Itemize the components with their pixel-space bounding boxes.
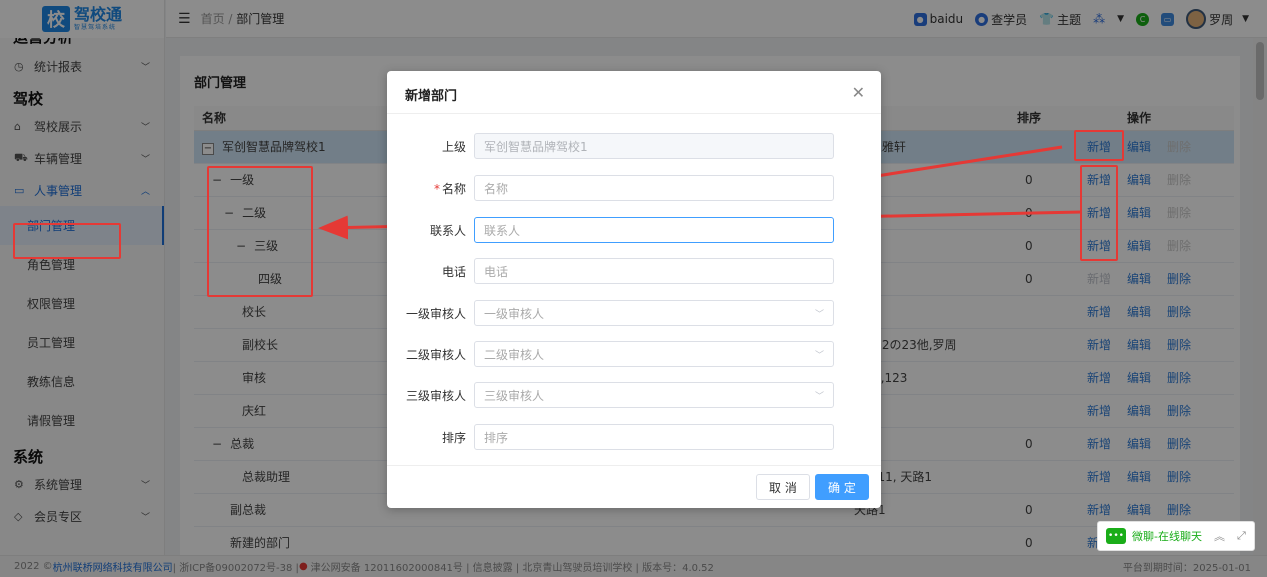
name-field[interactable]: 名称	[474, 175, 834, 201]
form-row: 上级 军创智慧品牌驾校1	[387, 133, 881, 159]
form-row: 三级审核人 三级审核人 ﹀	[387, 382, 881, 408]
expand-icon[interactable]: ⤢	[1237, 529, 1246, 543]
chevron-down-icon: ﹀	[814, 392, 824, 402]
required-mark: *	[433, 181, 440, 196]
add-department-dialog: 新增部门 ✕ 上级 军创智慧品牌驾校1 * 名称 名称 联系人 联系人 电话 电话 一级审核人 一级…	[387, 71, 881, 508]
form-label: 二级审核人	[405, 347, 466, 362]
chat-icon: •••	[1106, 528, 1126, 544]
chevron-down-icon: ﹀	[814, 351, 824, 361]
phone-field[interactable]: 电话	[474, 258, 834, 284]
close-icon[interactable]: ✕	[852, 83, 865, 102]
form-row: 一级审核人 一级审核人 ﹀	[387, 300, 881, 326]
parent-field: 军创智慧品牌驾校1	[474, 133, 834, 159]
form-row: 联系人 联系人	[387, 217, 881, 243]
form-label: 电话	[441, 264, 466, 279]
annotation-box-add-levels	[1080, 165, 1118, 261]
confirm-button[interactable]: 确 定	[815, 474, 869, 500]
form-label: 一级审核人	[405, 306, 466, 321]
approver1-select[interactable]: 一级审核人 ﹀	[474, 300, 834, 326]
approver3-select[interactable]: 三级审核人 ﹀	[474, 382, 834, 408]
form-label: 排序	[441, 430, 466, 445]
form-row: 排序 排序	[387, 424, 881, 450]
approver2-select[interactable]: 二级审核人 ﹀	[474, 341, 834, 367]
form-row: * 名称 名称	[387, 175, 881, 201]
form-label: * 名称	[433, 181, 466, 196]
annotation-box-add-top	[1074, 130, 1124, 161]
form-label: 三级审核人	[405, 388, 466, 403]
order-field[interactable]: 排序	[474, 424, 834, 450]
cancel-button[interactable]: 取 消	[756, 474, 810, 500]
chat-widget[interactable]: ••• 微聊-在线聊天 ︽ ⤢	[1097, 521, 1255, 551]
form-row: 二级审核人 二级审核人 ﹀	[387, 341, 881, 367]
annotation-box-sidebar	[13, 223, 121, 259]
collapse-icon[interactable]: ︽	[1214, 528, 1225, 544]
chevron-down-icon: ﹀	[814, 310, 824, 320]
annotation-box-levels	[207, 166, 313, 297]
form-label: 上级	[441, 139, 466, 154]
contact-field[interactable]: 联系人	[474, 217, 834, 243]
dialog-title: 新增部门	[405, 89, 458, 104]
form-label: 联系人	[429, 223, 466, 238]
form-row: 电话 电话	[387, 258, 881, 284]
